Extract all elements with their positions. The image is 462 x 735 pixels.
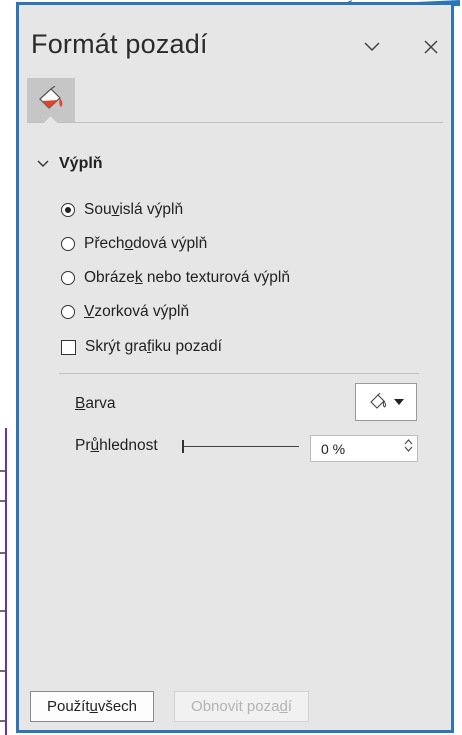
radio-button[interactable] (61, 305, 75, 319)
separator (59, 373, 419, 374)
radio-button[interactable] (61, 271, 75, 285)
radio-label: Souvislá výplň (84, 201, 184, 218)
radio-button[interactable] (61, 237, 75, 251)
tab-divider (27, 122, 443, 123)
radio-pattern-fill[interactable]: Vzorková výplň (61, 303, 189, 321)
color-label: Barva (75, 395, 116, 412)
radio-button-selected[interactable] (61, 203, 75, 217)
spin-buttons[interactable] (404, 438, 413, 453)
chevron-down-icon[interactable] (404, 446, 413, 453)
pane-options-button[interactable] (358, 33, 386, 61)
radio-gradient-fill[interactable]: Přechodová výplň (61, 235, 207, 253)
radio-label: Vzorková výplň (84, 303, 190, 320)
section-fill-header[interactable]: Výplň (37, 155, 103, 173)
transparency-slider[interactable] (184, 446, 299, 447)
radio-label: Obrázek nebo texturová výplň (84, 269, 290, 286)
section-fill-label: Výplň (59, 155, 103, 172)
transparency-value: 0 % (321, 440, 346, 457)
close-icon (424, 40, 438, 54)
close-button[interactable] (417, 33, 445, 61)
checkbox-hide-background-graphics[interactable]: Skrýt grafiku pozadí (61, 338, 222, 356)
color-picker-button[interactable] (355, 383, 417, 421)
chevron-up-icon[interactable] (404, 438, 413, 445)
radio-label: Přechodová výplň (84, 235, 208, 252)
checkbox-label: Skrýt grafiku pozadí (85, 338, 222, 355)
chevron-down-icon (364, 42, 380, 52)
radio-picture-texture-fill[interactable]: Obrázek nebo texturová výplň (61, 269, 290, 287)
paint-bucket-icon (370, 393, 387, 409)
slide-edge-marks (0, 470, 12, 730)
reset-background-button[interactable]: Obnovit poza d í (174, 691, 309, 722)
fill-bucket-icon (39, 86, 63, 109)
radio-solid-fill[interactable]: Souvislá výplň (61, 201, 183, 219)
apply-to-all-button[interactable]: Použít u všech (30, 691, 154, 722)
slider-thumb[interactable] (182, 440, 184, 453)
dropdown-arrow-icon (394, 399, 404, 405)
transparency-label: Průhlednost (75, 437, 158, 454)
format-background-pane: Formát pozadí Výplň Souvislá výplň Přech… (16, 2, 454, 733)
transparency-input[interactable]: 0 % (310, 435, 418, 462)
chevron-down-icon (37, 160, 49, 167)
pane-title: Formát pozadí (31, 29, 208, 59)
checkbox[interactable] (61, 339, 76, 355)
